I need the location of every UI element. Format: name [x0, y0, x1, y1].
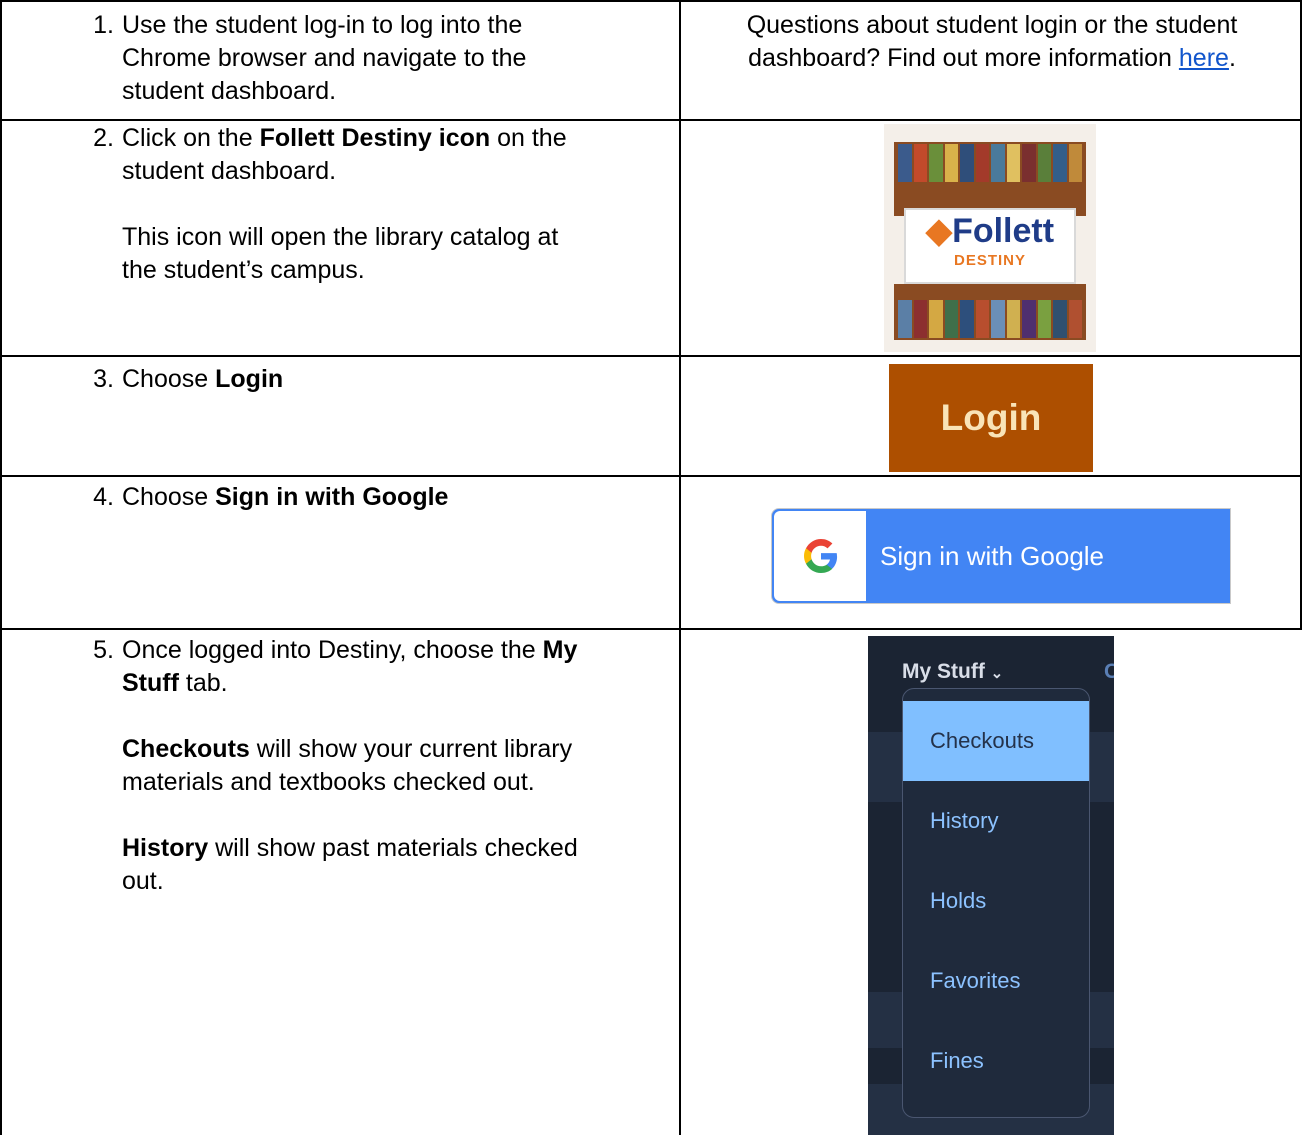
- help-line-2: dashboard? Find out more information her…: [692, 42, 1292, 75]
- step-line: [122, 700, 674, 733]
- table-border-top: [0, 0, 1302, 2]
- text: student dashboard.: [122, 77, 337, 105]
- bold-text: My: [542, 636, 578, 664]
- step-number: 4.: [93, 483, 114, 511]
- help-line-1: Questions about student login or the stu…: [746, 11, 1238, 39]
- menu-item-holds[interactable]: Holds: [903, 861, 1089, 941]
- my-stuff-tab[interactable]: My Stuff ⌄: [902, 660, 1003, 684]
- bold-text: Sign in with Google: [215, 483, 449, 511]
- step-line: [122, 799, 674, 832]
- next-tab-letter: C: [1104, 660, 1114, 683]
- help-line-2-text: dashboard? Find out more information: [748, 44, 1179, 72]
- step-line: student dashboard.: [122, 155, 674, 188]
- text: tab.: [178, 669, 228, 697]
- google-g-icon: [804, 539, 838, 573]
- login-button[interactable]: Login: [889, 364, 1093, 472]
- step-number: 1.: [93, 11, 114, 39]
- help-text: Questions about student login or the stu…: [692, 9, 1292, 75]
- bold-text: Follett Destiny icon: [259, 124, 491, 152]
- my-stuff-dropdown: Checkouts History Holds Favorites Fines: [902, 688, 1090, 1118]
- step-line: materials and textbooks checked out.: [122, 766, 674, 799]
- step-line: History will show past materials checked: [122, 832, 674, 865]
- table-border-left: [0, 0, 2, 1135]
- step-line: the student’s campus.: [122, 254, 674, 287]
- text: Choose: [122, 365, 216, 393]
- follett-subtitle: DESTINY: [953, 252, 1026, 269]
- row-divider: [0, 475, 1302, 477]
- step-line: Once logged into Destiny, choose the My: [122, 634, 674, 667]
- step-line: student dashboard.: [122, 75, 674, 108]
- step-line: Use the student log-in to log into the: [122, 9, 674, 42]
- step-line: [122, 188, 674, 221]
- chevron-down-icon: ⌄: [990, 665, 1004, 682]
- google-sign-in-button[interactable]: Sign in with Google: [771, 508, 1231, 604]
- step-line: Click on the Follett Destiny icon on the: [122, 122, 674, 155]
- google-g-icon-box: [774, 511, 866, 601]
- step-line: Checkouts will show your current library: [122, 733, 674, 766]
- row-divider: [0, 355, 1302, 357]
- text: the student’s campus.: [122, 256, 365, 284]
- books-row: [898, 144, 1082, 182]
- row-divider: [0, 628, 1302, 630]
- step-number: 2.: [93, 124, 114, 152]
- step-text: Choose Sign in with Google: [122, 481, 674, 514]
- text: will show your current library: [249, 735, 573, 763]
- step-text: Click on the Follett Destiny icon on the…: [122, 122, 674, 287]
- my-stuff-screenshot: My Stuff ⌄ C Checkouts History Holds Fav…: [868, 636, 1114, 1135]
- bold-text: Login: [215, 365, 284, 393]
- step-line: Stuff tab.: [122, 667, 674, 700]
- text: out.: [122, 867, 164, 895]
- step-line: Choose Sign in with Google: [122, 481, 674, 514]
- menu-item-checkouts[interactable]: Checkouts: [903, 701, 1089, 781]
- step-line: This icon will open the library catalog …: [122, 221, 674, 254]
- my-stuff-label: My Stuff: [902, 660, 985, 683]
- bold-text: Stuff: [122, 669, 179, 697]
- google-sign-in-label: Sign in with Google: [880, 541, 1105, 571]
- row-divider: [0, 119, 1302, 121]
- menu-item-fines[interactable]: Fines: [903, 1021, 1089, 1101]
- step-line: Choose Login: [122, 363, 674, 396]
- step-text: Use the student log-in to log into the Ch…: [122, 9, 674, 108]
- text: Choose: [122, 483, 216, 511]
- bold-text: Checkouts: [122, 735, 250, 763]
- column-divider: [679, 0, 681, 1135]
- text: Once logged into Destiny, choose the: [122, 636, 543, 664]
- follett-title: ◆Follett: [925, 212, 1055, 250]
- follett-title-text: Follett: [952, 212, 1055, 250]
- books-row: [898, 300, 1082, 338]
- here-link[interactable]: here: [1179, 44, 1229, 72]
- bold-text: History: [122, 834, 209, 862]
- step-line: Chrome browser and navigate to the: [122, 42, 674, 75]
- step-text: Once logged into Destiny, choose the My S…: [122, 634, 674, 898]
- text: This icon will open the library catalog …: [122, 223, 559, 251]
- step-number: 3.: [93, 365, 114, 393]
- follett-destiny-icon: ◆Follett DESTINY: [884, 124, 1096, 352]
- text: Chrome browser and navigate to the: [122, 44, 527, 72]
- step-text: Choose Login: [122, 363, 674, 396]
- help-period: .: [1228, 44, 1236, 72]
- menu-item-favorites[interactable]: Favorites: [903, 941, 1089, 1021]
- text: on the: [490, 124, 567, 152]
- text: materials and textbooks checked out.: [122, 768, 535, 796]
- menu-item-history[interactable]: History: [903, 781, 1089, 861]
- step-line: out.: [122, 865, 674, 898]
- text: Click on the: [122, 124, 260, 152]
- text: will show past materials checked: [208, 834, 578, 862]
- text: student dashboard.: [122, 157, 337, 185]
- step-number: 5.: [93, 636, 114, 664]
- text: Use the student log-in to log into the: [122, 11, 523, 39]
- follett-sign: ◆Follett DESTINY: [904, 208, 1076, 284]
